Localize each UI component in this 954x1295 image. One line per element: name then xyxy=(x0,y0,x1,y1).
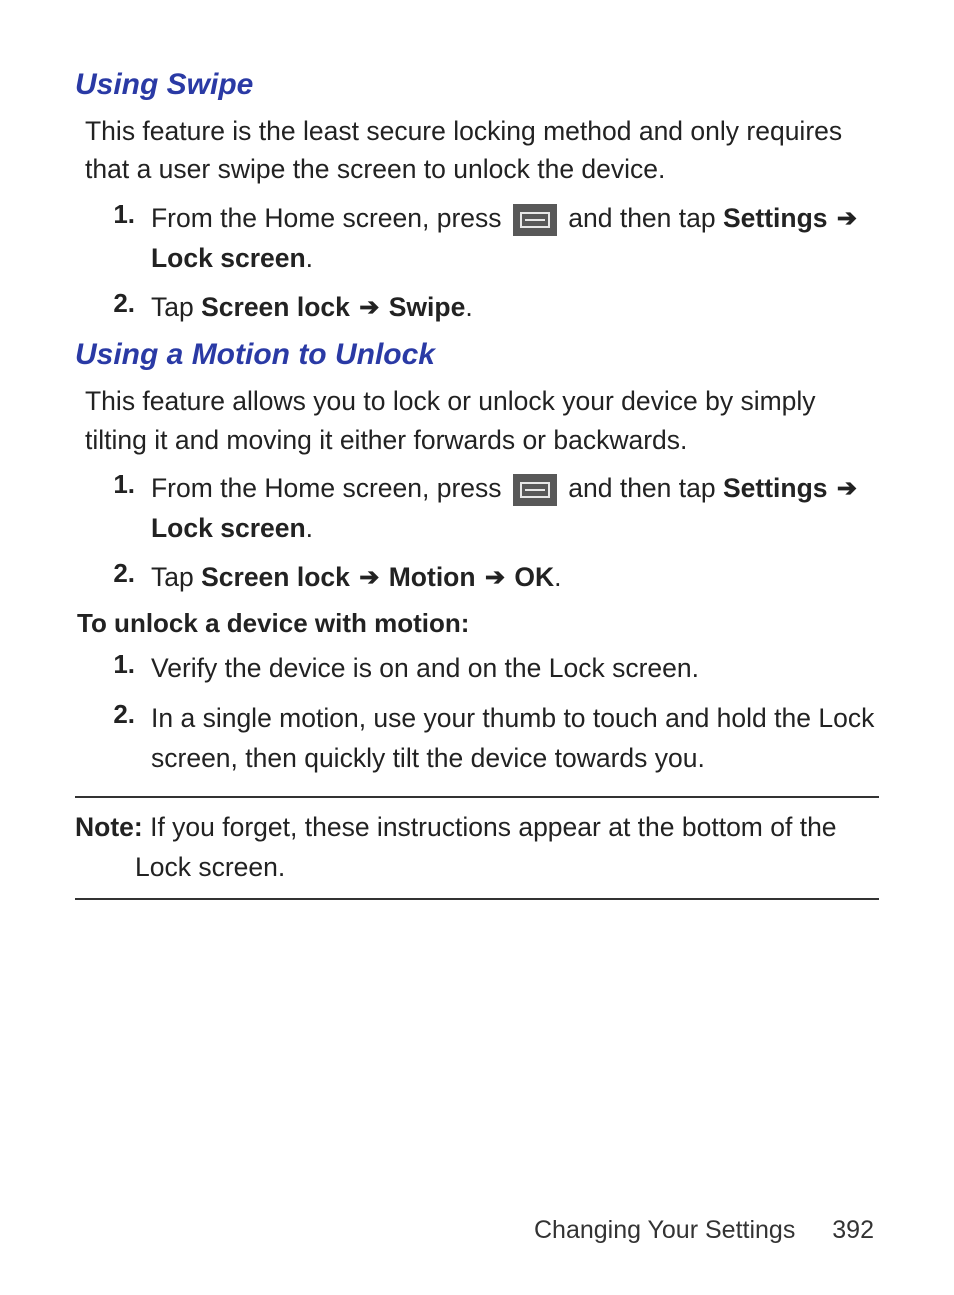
text: and then tap xyxy=(568,473,723,503)
bold-motion: Motion xyxy=(389,562,476,592)
period: . xyxy=(465,292,472,322)
arrow-icon: ➔ xyxy=(357,290,381,326)
step-number: 1. xyxy=(75,199,151,279)
step-text: In a single motion, use your thumb to to… xyxy=(151,699,879,779)
text: Tap xyxy=(151,562,201,592)
bold-settings: Settings xyxy=(723,203,828,233)
arrow-icon: ➔ xyxy=(483,560,507,596)
steps-motion: 1. From the Home screen, press and then … xyxy=(75,469,879,598)
footer-chapter: Changing Your Settings xyxy=(534,1216,795,1244)
bold-lock-screen: Lock screen xyxy=(151,243,306,273)
substep-2: 2. In a single motion, use your thumb to… xyxy=(75,699,879,779)
period: . xyxy=(554,562,561,592)
bold-screen-lock: Screen lock xyxy=(201,292,350,322)
note-block: Note: If you forget, these instructions … xyxy=(75,796,879,900)
bold-ok: OK xyxy=(514,562,554,592)
step-text: Tap Screen lock ➔ Motion ➔ OK. xyxy=(151,558,879,598)
note-body: Note: If you forget, these instructions … xyxy=(75,808,879,888)
subheading-unlock-motion: To unlock a device with motion: xyxy=(75,608,879,639)
steps-unlock-motion: 1. Verify the device is on and on the Lo… xyxy=(75,649,879,778)
period: . xyxy=(306,513,313,543)
text: and then tap xyxy=(568,203,723,233)
step-text: Verify the device is on and on the Lock … xyxy=(151,649,879,689)
period: . xyxy=(306,243,313,273)
bold-screen-lock: Screen lock xyxy=(201,562,350,592)
step-motion-2: 2. Tap Screen lock ➔ Motion ➔ OK. xyxy=(75,558,879,598)
step-swipe-2: 2. Tap Screen lock ➔ Swipe. xyxy=(75,288,879,328)
step-number: 2. xyxy=(75,699,151,779)
bold-swipe: Swipe xyxy=(389,292,466,322)
step-number: 1. xyxy=(75,469,151,549)
body-swipe-intro: This feature is the least secure locking… xyxy=(85,112,879,189)
heading-using-motion: Using a Motion to Unlock xyxy=(75,338,879,372)
page: Using Swipe This feature is the least se… xyxy=(0,0,954,1295)
arrow-icon: ➔ xyxy=(357,560,381,596)
step-motion-1: 1. From the Home screen, press and then … xyxy=(75,469,879,549)
substep-1: 1. Verify the device is on and on the Lo… xyxy=(75,649,879,689)
heading-using-swipe: Using Swipe xyxy=(75,68,879,102)
bold-settings: Settings xyxy=(723,473,828,503)
footer-page-number: 392 xyxy=(832,1216,874,1244)
step-text: From the Home screen, press and then tap… xyxy=(151,199,879,279)
text: From the Home screen, press xyxy=(151,203,509,233)
arrow-icon: ➔ xyxy=(835,471,859,507)
body-motion-intro: This feature allows you to lock or unloc… xyxy=(85,382,879,459)
text: From the Home screen, press xyxy=(151,473,509,503)
step-number: 1. xyxy=(75,649,151,689)
step-text: Tap Screen lock ➔ Swipe. xyxy=(151,288,879,328)
note-label: Note: xyxy=(75,812,143,842)
arrow-icon: ➔ xyxy=(835,201,859,237)
page-footer: Changing Your Settings 392 xyxy=(534,1216,874,1245)
step-text: From the Home screen, press and then tap… xyxy=(151,469,879,549)
text: Tap xyxy=(151,292,201,322)
step-swipe-1: 1. From the Home screen, press and then … xyxy=(75,199,879,279)
bold-lock-screen: Lock screen xyxy=(151,513,306,543)
menu-icon xyxy=(513,204,557,236)
step-number: 2. xyxy=(75,558,151,598)
steps-swipe: 1. From the Home screen, press and then … xyxy=(75,199,879,328)
step-number: 2. xyxy=(75,288,151,328)
menu-icon xyxy=(513,474,557,506)
note-text: If you forget, these instructions appear… xyxy=(135,812,837,882)
